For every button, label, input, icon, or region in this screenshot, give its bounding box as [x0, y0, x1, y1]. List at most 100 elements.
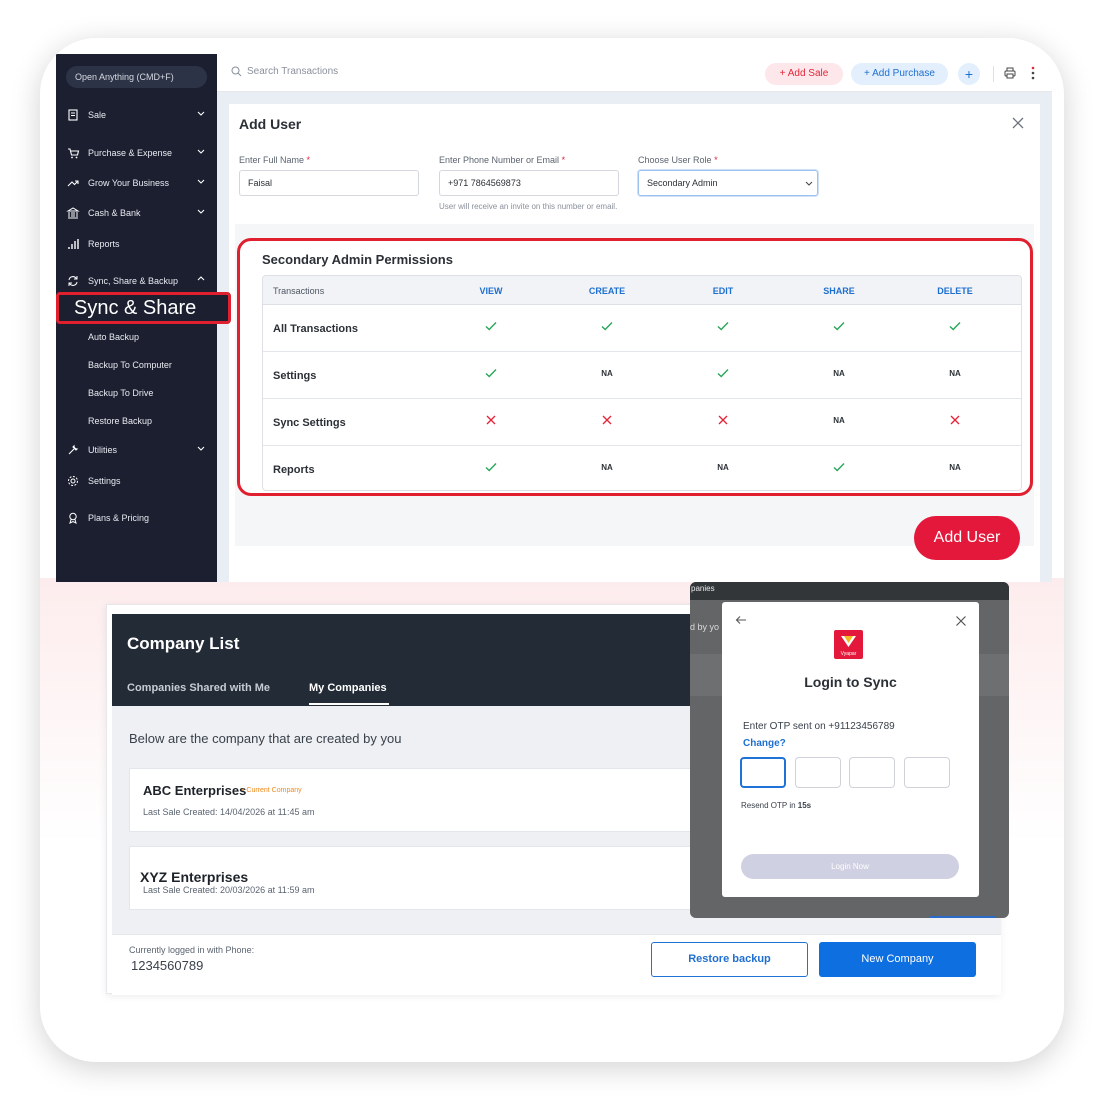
- otp-digit-input[interactable]: [795, 757, 841, 788]
- dialog-title: Add User: [239, 116, 302, 132]
- cross-icon: [577, 413, 637, 429]
- user-role-select[interactable]: Secondary Admin: [638, 170, 818, 196]
- resend-otp-timer: Resend OTP in 15s: [741, 801, 812, 810]
- tools-icon: [68, 444, 79, 455]
- backdrop-text: panies: [691, 584, 715, 593]
- row-label: Reports: [273, 464, 315, 476]
- na-label: NA: [717, 463, 729, 472]
- otp-sent-text: Enter OTP sent on +91123456789: [743, 721, 895, 732]
- check-icon: [461, 319, 521, 335]
- logged-in-phone: 1234560789: [131, 958, 204, 973]
- contact-input[interactable]: +971 7864569873: [439, 170, 619, 196]
- login-sync-overlay: panies d by yo Vyapar Login to Sync Ente…: [690, 582, 1009, 918]
- add-user-dialog: Add User Enter Full Name * Faisal Enter …: [229, 104, 1040, 582]
- sidebar-subitem-backup-drive[interactable]: Backup To Drive: [88, 388, 153, 398]
- sidebar-item-plans[interactable]: Plans & Pricing: [56, 508, 217, 528]
- contact-label: Enter Phone Number or Email *: [439, 155, 566, 165]
- cross-icon: [693, 413, 753, 429]
- new-company-button[interactable]: New Company: [819, 942, 976, 977]
- na-label: NA: [601, 463, 613, 472]
- sidebar-item-label: Cash & Bank: [88, 208, 141, 218]
- vyapar-logo-icon: Vyapar: [841, 636, 857, 657]
- table-row: Reports NA NA NA: [263, 446, 1021, 490]
- otp-digit-input[interactable]: [849, 757, 895, 788]
- add-more-button[interactable]: +: [958, 63, 980, 85]
- logged-in-label: Currently logged in with Phone:: [129, 945, 255, 955]
- sidebar-item-label: Reports: [88, 239, 120, 249]
- otp-digit-input[interactable]: [904, 757, 950, 788]
- close-icon[interactable]: [955, 615, 967, 627]
- check-icon: [693, 319, 753, 335]
- backdrop-text: d by yo: [690, 622, 720, 632]
- sidebar-item-grow[interactable]: Grow Your Business: [56, 173, 217, 193]
- add-purchase-button[interactable]: + Add Purchase: [851, 63, 948, 85]
- user-role-label: Choose User Role *: [638, 155, 718, 165]
- sidebar-subitem-auto-backup[interactable]: Auto Backup: [88, 332, 139, 342]
- restore-backup-button[interactable]: Restore backup: [651, 942, 808, 977]
- column-header: SHARE: [823, 286, 855, 296]
- sidebar-item-label: Settings: [88, 476, 121, 486]
- company-name: ABC Enterprises: [143, 783, 247, 798]
- sync-share-callout[interactable]: Sync & Share: [56, 292, 231, 324]
- sidebar-item-label: Plans & Pricing: [88, 513, 150, 523]
- tab-my-companies[interactable]: My Companies: [309, 682, 387, 694]
- column-header: VIEW: [479, 286, 503, 296]
- promo-card: Open Anything (CMD+F) Sale Purchase & Ex…: [40, 38, 1064, 1062]
- more-options-icon[interactable]: [1030, 65, 1036, 81]
- sidebar-item-reports[interactable]: Reports: [56, 234, 217, 254]
- sidebar-item-sync[interactable]: Sync, Share & Backup: [56, 271, 217, 291]
- chevron-down-icon: [197, 179, 205, 184]
- login-now-button[interactable]: Login Now: [741, 854, 959, 879]
- close-icon[interactable]: [1011, 116, 1025, 130]
- full-name-label: Enter Full Name *: [239, 155, 311, 165]
- sidebar-item-label: Sale: [88, 110, 107, 120]
- login-sync-dialog: Vyapar Login to Sync Enter OTP sent on +…: [722, 602, 979, 897]
- chevron-down-icon: [197, 111, 205, 116]
- sidebar-item-cash-bank[interactable]: Cash & Bank: [56, 203, 217, 223]
- tab-shared-with-me[interactable]: Companies Shared with Me: [127, 682, 270, 694]
- company-list-title: Company List: [127, 634, 240, 653]
- sidebar-item-sale[interactable]: Sale: [56, 105, 217, 125]
- check-icon: [461, 460, 521, 476]
- check-icon: [461, 366, 521, 382]
- otp-digit-input[interactable]: [740, 757, 786, 788]
- search-icon: [231, 66, 242, 77]
- sidebar-subitem-backup-computer[interactable]: Backup To Computer: [88, 360, 172, 370]
- chevron-down-icon: [197, 446, 205, 451]
- add-user-button[interactable]: Add User: [914, 516, 1020, 560]
- na-label: NA: [833, 369, 845, 378]
- table-row: Sync Settings NA: [263, 399, 1021, 446]
- sidebar-item-label: Utilities: [88, 445, 118, 455]
- permissions-title: Secondary Admin Permissions: [262, 252, 453, 267]
- cart-icon: [68, 148, 80, 159]
- company-last-sale: Last Sale Created: 14/04/2026 at 11:45 a…: [143, 807, 315, 817]
- na-label: NA: [949, 369, 961, 378]
- table-row: Settings NA NA NA: [263, 352, 1021, 399]
- overlay-backdrop-bar: [690, 582, 1009, 600]
- chevron-down-icon: [197, 149, 205, 154]
- sidebar-item-purchase[interactable]: Purchase & Expense: [56, 143, 217, 163]
- divider: [993, 66, 994, 82]
- sidebar-item-label: Grow Your Business: [88, 178, 170, 188]
- table-row: All Transactions: [263, 305, 1021, 352]
- vyapar-logo: Vyapar: [834, 630, 863, 659]
- row-label: All Transactions: [273, 323, 358, 335]
- chevron-up-icon: [197, 276, 205, 281]
- open-anything-search[interactable]: Open Anything (CMD+F): [66, 66, 207, 88]
- sidebar-subitem-restore-backup[interactable]: Restore Backup: [88, 416, 152, 426]
- sync-icon: [68, 276, 78, 286]
- change-number-link[interactable]: Change?: [743, 738, 786, 749]
- chevron-down-icon: [805, 181, 813, 186]
- back-arrow-icon[interactable]: [735, 614, 747, 626]
- na-label: NA: [833, 416, 845, 425]
- receipt-icon: [68, 109, 78, 121]
- full-name-input[interactable]: Faisal: [239, 170, 419, 196]
- sidebar-item-settings[interactable]: Settings: [56, 471, 217, 491]
- row-label: Sync Settings: [273, 417, 346, 429]
- award-icon: [69, 512, 77, 524]
- add-sale-button[interactable]: + Add Sale: [765, 63, 843, 85]
- printer-icon[interactable]: [1004, 67, 1016, 79]
- app-window: Open Anything (CMD+F) Sale Purchase & Ex…: [56, 54, 1052, 582]
- sidebar-item-utilities[interactable]: Utilities: [56, 440, 217, 460]
- bar-chart-icon: [68, 239, 79, 249]
